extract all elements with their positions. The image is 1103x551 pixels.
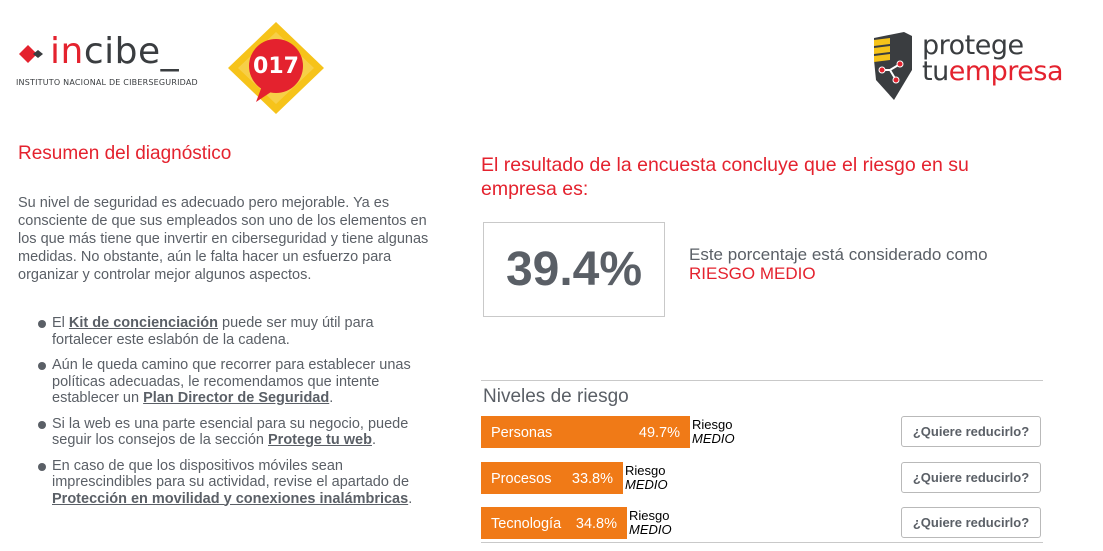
risk-name: Tecnología (491, 516, 562, 532)
divider (481, 380, 1043, 381)
badge-number: 017 (253, 54, 299, 79)
incibe-subtitle: INSTITUTO NACIONAL DE CIBERSEGURIDAD (16, 78, 198, 87)
list-item: Si la web es una parte esencial para su … (38, 416, 438, 449)
score-box: 39.4% (483, 222, 665, 317)
result-title: El resultado de la encuesta concluye que… (481, 154, 969, 200)
risk-name: Personas (491, 425, 553, 441)
protege-tu-empresa-logo: protege tuempresa (868, 30, 1068, 104)
incibe-diamond-icon (19, 45, 43, 63)
tips-list: El Kit de concienciación puede ser muy ú… (38, 315, 438, 516)
bullet-icon (38, 362, 46, 370)
shield-icon (874, 32, 912, 100)
risk-bar: Procesos 33.8% (481, 462, 623, 494)
bullet-icon (38, 320, 46, 328)
levels-title: Niveles de riesgo (483, 386, 629, 407)
reduce-risk-button-tecnologia[interactable]: ¿Quiere reducirlo? (901, 507, 1041, 538)
reduce-risk-button-personas[interactable]: ¿Quiere reducirlo? (901, 416, 1041, 447)
list-item: Aún le queda camino que recorrer para es… (38, 357, 438, 407)
risk-row-procesos: Procesos 33.8% Riesgo MEDIO ¿Quiere reduc… (481, 462, 1043, 496)
protege-wordmark: protege (922, 30, 1024, 61)
proteccion-movilidad-link[interactable]: Protección en movilidad y conexiones ina… (52, 491, 408, 507)
score-description: Este porcentaje está considerado como RI… (689, 245, 1049, 283)
risk-level-label: Riesgo MEDIO (629, 508, 672, 537)
bullet-icon (38, 462, 46, 471)
incibe-logo: incibe_ INSTITUTO NACIONAL DE CIBERSEGUR… (16, 34, 216, 94)
reduce-risk-button-procesos[interactable]: ¿Quiere reducirlo? (901, 462, 1041, 493)
score-value: 39.4% (505, 243, 643, 296)
risk-percent: 34.8% (575, 516, 617, 532)
badge-017-logo: 017 (226, 20, 326, 116)
protege-tu-web-link[interactable]: Protege tu web (268, 432, 372, 448)
risk-row-personas: Personas 49.7% Riesgo MEDIO ¿Quiere reduc… (481, 416, 1043, 450)
score-description-text: Este porcentaje está considerado como (689, 245, 988, 264)
summary-title: Resumen del diagnóstico (18, 143, 232, 164)
tu-empresa-wordmark: tuempresa (922, 56, 1064, 87)
risk-level-label: Riesgo MEDIO (692, 417, 735, 446)
risk-percent: 49.7% (638, 425, 680, 441)
divider (481, 542, 1043, 543)
score-level: RIESGO MEDIO (689, 264, 816, 283)
risk-row-tecnologia: Tecnología 34.8% Riesgo MEDIO ¿Quiere red… (481, 507, 1043, 541)
bullet-icon (38, 420, 46, 429)
plan-director-link[interactable]: Plan Director de Seguridad (143, 390, 329, 406)
kit-concienciacion-link[interactable]: Kit de concienciación (69, 315, 218, 331)
risk-bar: Personas 49.7% (481, 416, 690, 448)
risk-percent: 33.8% (571, 471, 613, 487)
risk-bar: Tecnología 34.8% (481, 507, 627, 539)
incibe-wordmark: incibe_ (50, 31, 180, 72)
risk-name: Procesos (491, 471, 552, 487)
list-item: El Kit de concienciación puede ser muy ú… (38, 315, 438, 348)
risk-level-label: Riesgo MEDIO (625, 463, 668, 492)
list-item: En caso de que los dispositivos móviles … (38, 458, 438, 508)
summary-text: Su nivel de seguridad es adecuado pero m… (18, 195, 429, 283)
